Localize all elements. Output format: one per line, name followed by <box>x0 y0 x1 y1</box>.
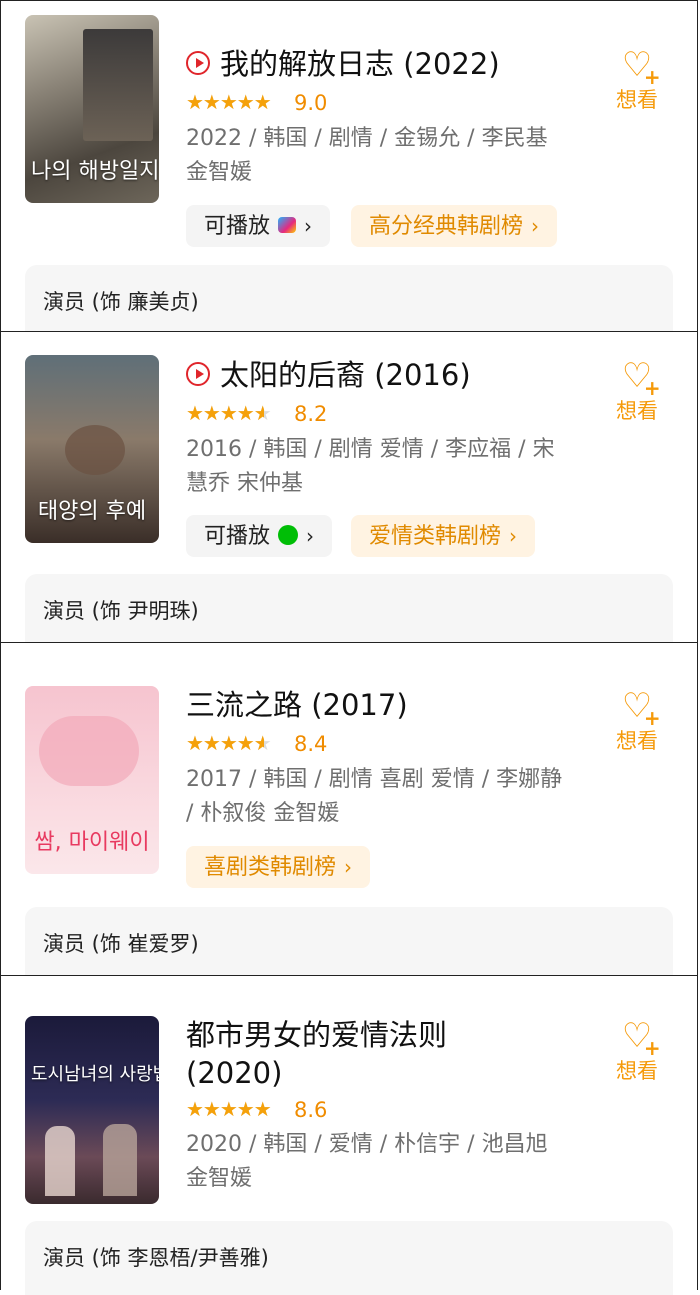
cast-info: 演员 (饰 廉美贞) <box>25 265 673 339</box>
poster-title: 태양의 후예 <box>37 499 147 524</box>
poster-title: 도시남녀의 사랑법 <box>31 1064 159 1085</box>
rating-score: 8.4 <box>294 732 328 756</box>
want-label: 想看 <box>616 729 658 753</box>
movie-title[interactable]: 我的解放日志 (2022) <box>186 45 606 83</box>
movie-card[interactable]: 태양의 후예 太阳的后裔 (2016) ★★★★★ ★★★★★ 8.2 2016 … <box>0 331 698 648</box>
star-rating-icon: ★★★★★ ★★★★★ <box>186 731 272 755</box>
movie-card[interactable]: 도시남녀의 사랑법 都市男女的爱情法则 (2020) ★★★★★ ★★★★★ 8.… <box>0 975 698 1295</box>
playable-button[interactable]: 可播放 › <box>186 515 333 557</box>
youku-icon <box>278 217 297 233</box>
poster-image[interactable]: 태양의 후예 <box>25 355 159 543</box>
poster-image[interactable]: 도시남녀의 사랑법 <box>25 1016 159 1204</box>
chevron-right-icon: › <box>304 214 313 238</box>
want-label: 想看 <box>616 88 658 112</box>
want-label: 想看 <box>616 399 658 423</box>
want-to-watch-button[interactable]: ♡ + 想看 <box>607 1016 667 1086</box>
want-to-watch-button[interactable]: ♡ + 想看 <box>607 45 667 115</box>
movie-meta: 2017 / 韩国 / 剧情 喜剧 爱情 / 李娜静 / 朴叙俊 金智媛 <box>186 767 563 826</box>
movie-title[interactable]: 都市男女的爱情法则 (2020) <box>186 1016 486 1092</box>
chevron-right-icon: › <box>509 524 518 548</box>
playable-label: 可播放 <box>204 214 271 239</box>
rating-score: 8.6 <box>294 1098 328 1122</box>
ranking-button[interactable]: 高分经典韩剧榜 › <box>351 205 558 247</box>
heart-plus-icon: ♡ + <box>621 686 663 730</box>
rating: ★★★★★ ★★★★★ 9.0 <box>186 89 327 117</box>
movie-meta: 2016 / 韩国 / 剧情 爱情 / 李应福 / 宋慧乔 宋仲基 <box>186 437 555 496</box>
movie-title[interactable]: 太阳的后裔 (2016) <box>186 356 606 394</box>
chevron-right-icon: › <box>344 855 353 879</box>
cast-info: 演员 (饰 崔爱罗) <box>25 907 673 981</box>
poster-title: 쌈, 마이웨이 <box>34 830 150 855</box>
movie-card[interactable]: 쌈, 마이웨이 三流之路 (2017) ★★★★★ ★★★★★ 8.4 2017 … <box>0 642 698 981</box>
poster-image[interactable]: 쌈, 마이웨이 <box>25 686 159 874</box>
rating: ★★★★★ ★★★★★ 8.2 <box>186 400 327 428</box>
play-icon <box>186 51 210 75</box>
star-rating-icon: ★★★★★ ★★★★★ <box>186 401 272 425</box>
want-label: 想看 <box>616 1059 658 1083</box>
heart-plus-icon: ♡ + <box>621 356 663 400</box>
iqiyi-icon <box>278 525 299 545</box>
playable-label: 可播放 <box>204 524 271 549</box>
ranking-label: 喜剧类韩剧榜 <box>204 855 337 880</box>
cast-info: 演员 (饰 李恩梧/尹善雅) <box>25 1221 673 1295</box>
star-rating-icon: ★★★★★ ★★★★★ <box>186 90 272 114</box>
movie-meta: 2022 / 韩国 / 剧情 / 金锡允 / 李民基 金智媛 <box>186 126 548 185</box>
cast-info: 演员 (饰 尹明珠) <box>25 574 673 648</box>
rating-score: 9.0 <box>294 91 328 115</box>
star-rating-icon: ★★★★★ ★★★★★ <box>186 1097 272 1121</box>
ranking-label: 爱情类韩剧榜 <box>369 524 502 549</box>
movie-card[interactable]: 나의 해방일지 我的解放日志 (2022) ★★★★★ ★★★★★ 9.0 202… <box>0 0 698 339</box>
ranking-button[interactable]: 爱情类韩剧榜 › <box>351 515 536 557</box>
poster-image[interactable]: 나의 해방일지 <box>25 15 159 203</box>
rating: ★★★★★ ★★★★★ 8.4 <box>186 730 327 758</box>
playable-button[interactable]: 可播放 › <box>186 205 331 247</box>
ranking-button[interactable]: 喜剧类韩剧榜 › <box>186 846 371 888</box>
rating-score: 8.2 <box>294 402 328 426</box>
heart-plus-icon: ♡ + <box>621 1016 663 1060</box>
movie-title[interactable]: 三流之路 (2017) <box>186 686 606 724</box>
ranking-label: 高分经典韩剧榜 <box>369 214 524 239</box>
chevron-right-icon: › <box>531 214 540 238</box>
heart-plus-icon: ♡ + <box>621 45 663 89</box>
want-to-watch-button[interactable]: ♡ + 想看 <box>607 686 667 756</box>
chevron-right-icon: › <box>306 524 315 548</box>
poster-title: 나의 해방일지 <box>31 159 159 184</box>
rating: ★★★★★ ★★★★★ 8.6 <box>186 1096 327 1124</box>
movie-meta: 2020 / 韩国 / 爱情 / 朴信宇 / 池昌旭 金智媛 <box>186 1132 548 1191</box>
play-icon <box>186 362 210 386</box>
want-to-watch-button[interactable]: ♡ + 想看 <box>607 356 667 426</box>
